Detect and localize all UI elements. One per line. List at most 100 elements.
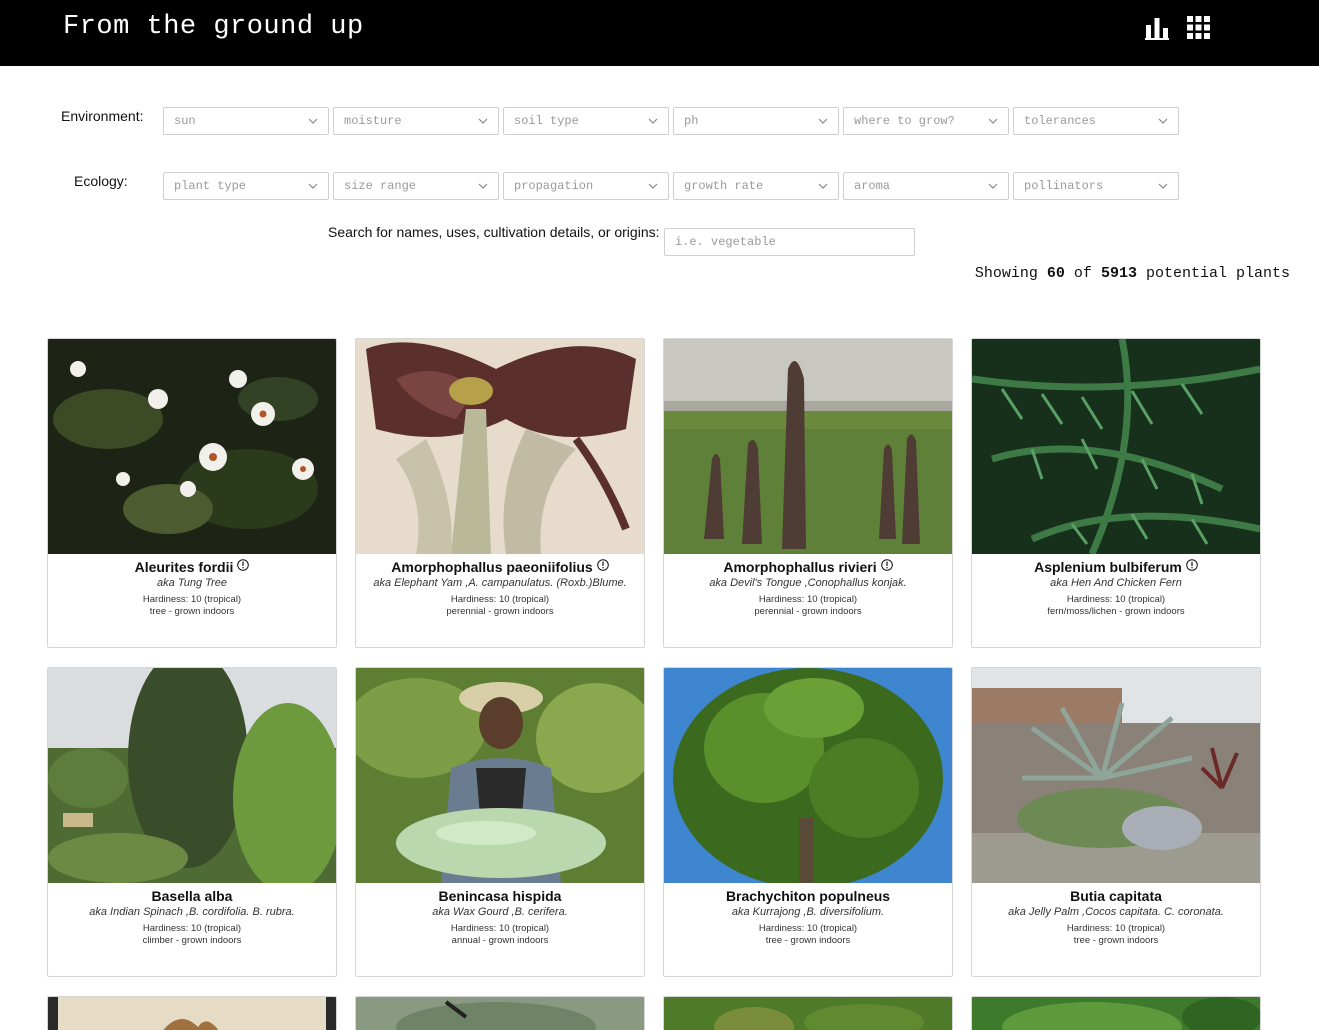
plant-aliases: aka Elephant Yam ,A. campanulatus. (Roxb… xyxy=(373,577,627,589)
plant-card[interactable]: Benincasa hispida aka Wax Gourd ,B. ceri… xyxy=(355,667,645,977)
plant-meta: Hardiness: 10 (tropical) climber - grown… xyxy=(48,923,336,947)
select-placeholder: soil type xyxy=(514,114,579,128)
plant-card[interactable] xyxy=(47,996,337,1030)
plant-card[interactable]: Asplenium bulbiferum aka Hen And Chicken… xyxy=(971,338,1261,648)
plant-meta: Hardiness: 10 (tropical) perennial - gro… xyxy=(664,594,952,618)
plant-type-select[interactable]: plant type xyxy=(163,172,329,200)
plant-type: tree - grown indoors xyxy=(1073,935,1159,946)
site-title[interactable]: From the ground up xyxy=(63,12,364,42)
search-label: Search for names, uses, cultivation deta… xyxy=(328,224,660,240)
plant-meta: Hardiness: 10 (tropical) tree - grown in… xyxy=(664,923,952,947)
plant-card[interactable]: Brachychiton populneus aka Kurrajong ,B.… xyxy=(663,667,953,977)
plant-hardiness: Hardiness: 10 (tropical) xyxy=(758,594,858,605)
plant-photo xyxy=(972,339,1260,554)
plant-card[interactable]: Amorphophallus rivieri aka Devil's Tongu… xyxy=(663,338,953,648)
search-input[interactable] xyxy=(665,229,914,255)
grid-icon[interactable] xyxy=(1187,16,1210,40)
chevron-down-icon xyxy=(648,183,658,189)
select-placeholder: where to grow? xyxy=(854,114,955,128)
plant-photo xyxy=(664,668,952,883)
plant-hardiness: Hardiness: 10 (tropical) xyxy=(450,594,550,605)
plant-name-text: Amorphophallus paeoniifolius xyxy=(391,559,593,575)
plant-aliases: aka Tung Tree xyxy=(157,577,227,589)
plant-hardiness: Hardiness: 10 (tropical) xyxy=(450,923,550,934)
plant-photo xyxy=(972,997,1260,1030)
plant-aliases: aka Hen And Chicken Fern xyxy=(1050,577,1182,589)
tolerances-select[interactable]: tolerances xyxy=(1013,107,1179,135)
aroma-select[interactable]: aroma xyxy=(843,172,1009,200)
search-field[interactable] xyxy=(664,228,915,256)
plant-card[interactable]: Butia capitata aka Jelly Palm ,Cocos cap… xyxy=(971,667,1261,977)
where-to-grow-select[interactable]: where to grow? xyxy=(843,107,1009,135)
plant-name-text: Aleurites fordii xyxy=(134,559,234,575)
select-placeholder: size range xyxy=(344,179,417,193)
plant-aliases: aka Kurrajong ,B. diversifolium. xyxy=(731,906,885,918)
sun-select[interactable]: sun xyxy=(163,107,329,135)
ecology-label: Ecology: xyxy=(74,173,128,189)
top-bar: From the ground up xyxy=(0,0,1319,66)
select-placeholder: propagation xyxy=(514,179,594,193)
plant-name: Amorphophallus paeoniifolius xyxy=(356,559,644,576)
select-placeholder: tolerances xyxy=(1024,114,1097,128)
plant-photo xyxy=(972,668,1260,883)
plant-hardiness: Hardiness: 10 (tropical) xyxy=(1066,923,1166,934)
chevron-down-icon xyxy=(988,118,998,124)
plant-name-text: Asplenium bulbiferum xyxy=(1034,559,1182,575)
plant-meta: Hardiness: 10 (tropical) annual - grown … xyxy=(356,923,644,947)
plant-type: perennial - grown indoors xyxy=(446,606,554,617)
shown-count: 60 xyxy=(1046,265,1065,282)
plant-meta: Hardiness: 10 (tropical) tree - grown in… xyxy=(972,923,1260,947)
plant-type: climber - grown indoors xyxy=(142,935,242,946)
result-count-prefix: Showing xyxy=(974,265,1038,282)
select-placeholder: moisture xyxy=(344,114,402,128)
moisture-select[interactable]: moisture xyxy=(333,107,499,135)
plant-card[interactable] xyxy=(971,996,1261,1030)
chevron-down-icon xyxy=(818,118,828,124)
bar-chart-icon[interactable] xyxy=(1145,16,1169,40)
plant-name: Brachychiton populneus xyxy=(725,888,891,904)
info-icon[interactable] xyxy=(237,559,250,571)
pollinators-select[interactable]: pollinators xyxy=(1013,172,1179,200)
plant-hardiness: Hardiness: 10 (tropical) xyxy=(142,594,242,605)
result-count-of: of xyxy=(1073,265,1092,282)
plant-type: perennial - grown indoors xyxy=(754,606,862,617)
total-count: 5913 xyxy=(1100,265,1137,282)
info-icon[interactable] xyxy=(596,559,609,571)
select-placeholder: aroma xyxy=(854,179,891,193)
ph-select[interactable]: ph xyxy=(673,107,839,135)
plant-hardiness: Hardiness: 10 (tropical) xyxy=(1066,594,1166,605)
chevron-down-icon xyxy=(1158,183,1168,189)
plant-card[interactable] xyxy=(355,996,645,1030)
size-range-select[interactable]: size range xyxy=(333,172,499,200)
plant-aliases: aka Jelly Palm ,Cocos capitata. C. coron… xyxy=(1008,906,1224,918)
select-placeholder: growth rate xyxy=(684,179,764,193)
result-count-suffix: potential plants xyxy=(1145,265,1290,282)
plant-aliases: aka Devil's Tongue ,Conophallus konjak. xyxy=(709,577,907,589)
plant-card[interactable]: Amorphophallus paeoniifolius aka Elephan… xyxy=(355,338,645,648)
result-count: Showing 60 of 5913 potential plants xyxy=(975,265,1290,282)
info-icon[interactable] xyxy=(880,559,893,571)
plant-hardiness: Hardiness: 10 (tropical) xyxy=(142,923,242,934)
plant-type: tree - grown indoors xyxy=(149,606,235,617)
plant-meta: Hardiness: 10 (tropical) perennial - gro… xyxy=(356,594,644,618)
plant-card[interactable]: Aleurites fordii aka Tung Tree Hardiness… xyxy=(47,338,337,648)
plant-type: annual - grown indoors xyxy=(451,935,549,946)
soil-type-select[interactable]: soil type xyxy=(503,107,669,135)
plant-card[interactable]: Basella alba aka Indian Spinach ,B. cord… xyxy=(47,667,337,977)
plant-name: Basella alba xyxy=(151,888,233,904)
chevron-down-icon xyxy=(648,118,658,124)
info-icon[interactable] xyxy=(1186,559,1198,571)
environment-filters: sun moisture soil type ph where to grow?… xyxy=(163,107,1179,135)
plant-aliases: aka Indian Spinach ,B. cordifolia. B. ru… xyxy=(89,906,295,918)
select-placeholder: ph xyxy=(684,114,699,128)
plant-name-text: Amorphophallus rivieri xyxy=(723,559,877,575)
plant-name: Amorphophallus rivieri xyxy=(664,559,952,576)
plant-meta: Hardiness: 10 (tropical) fern/moss/liche… xyxy=(972,594,1260,618)
select-placeholder: plant type xyxy=(174,179,247,193)
plant-photo xyxy=(356,668,644,883)
propagation-select[interactable]: propagation xyxy=(503,172,669,200)
plant-card[interactable] xyxy=(663,996,953,1030)
chevron-down-icon xyxy=(478,183,488,189)
ecology-filters: plant type size range propagation growth… xyxy=(163,172,1179,200)
growth-rate-select[interactable]: growth rate xyxy=(673,172,839,200)
